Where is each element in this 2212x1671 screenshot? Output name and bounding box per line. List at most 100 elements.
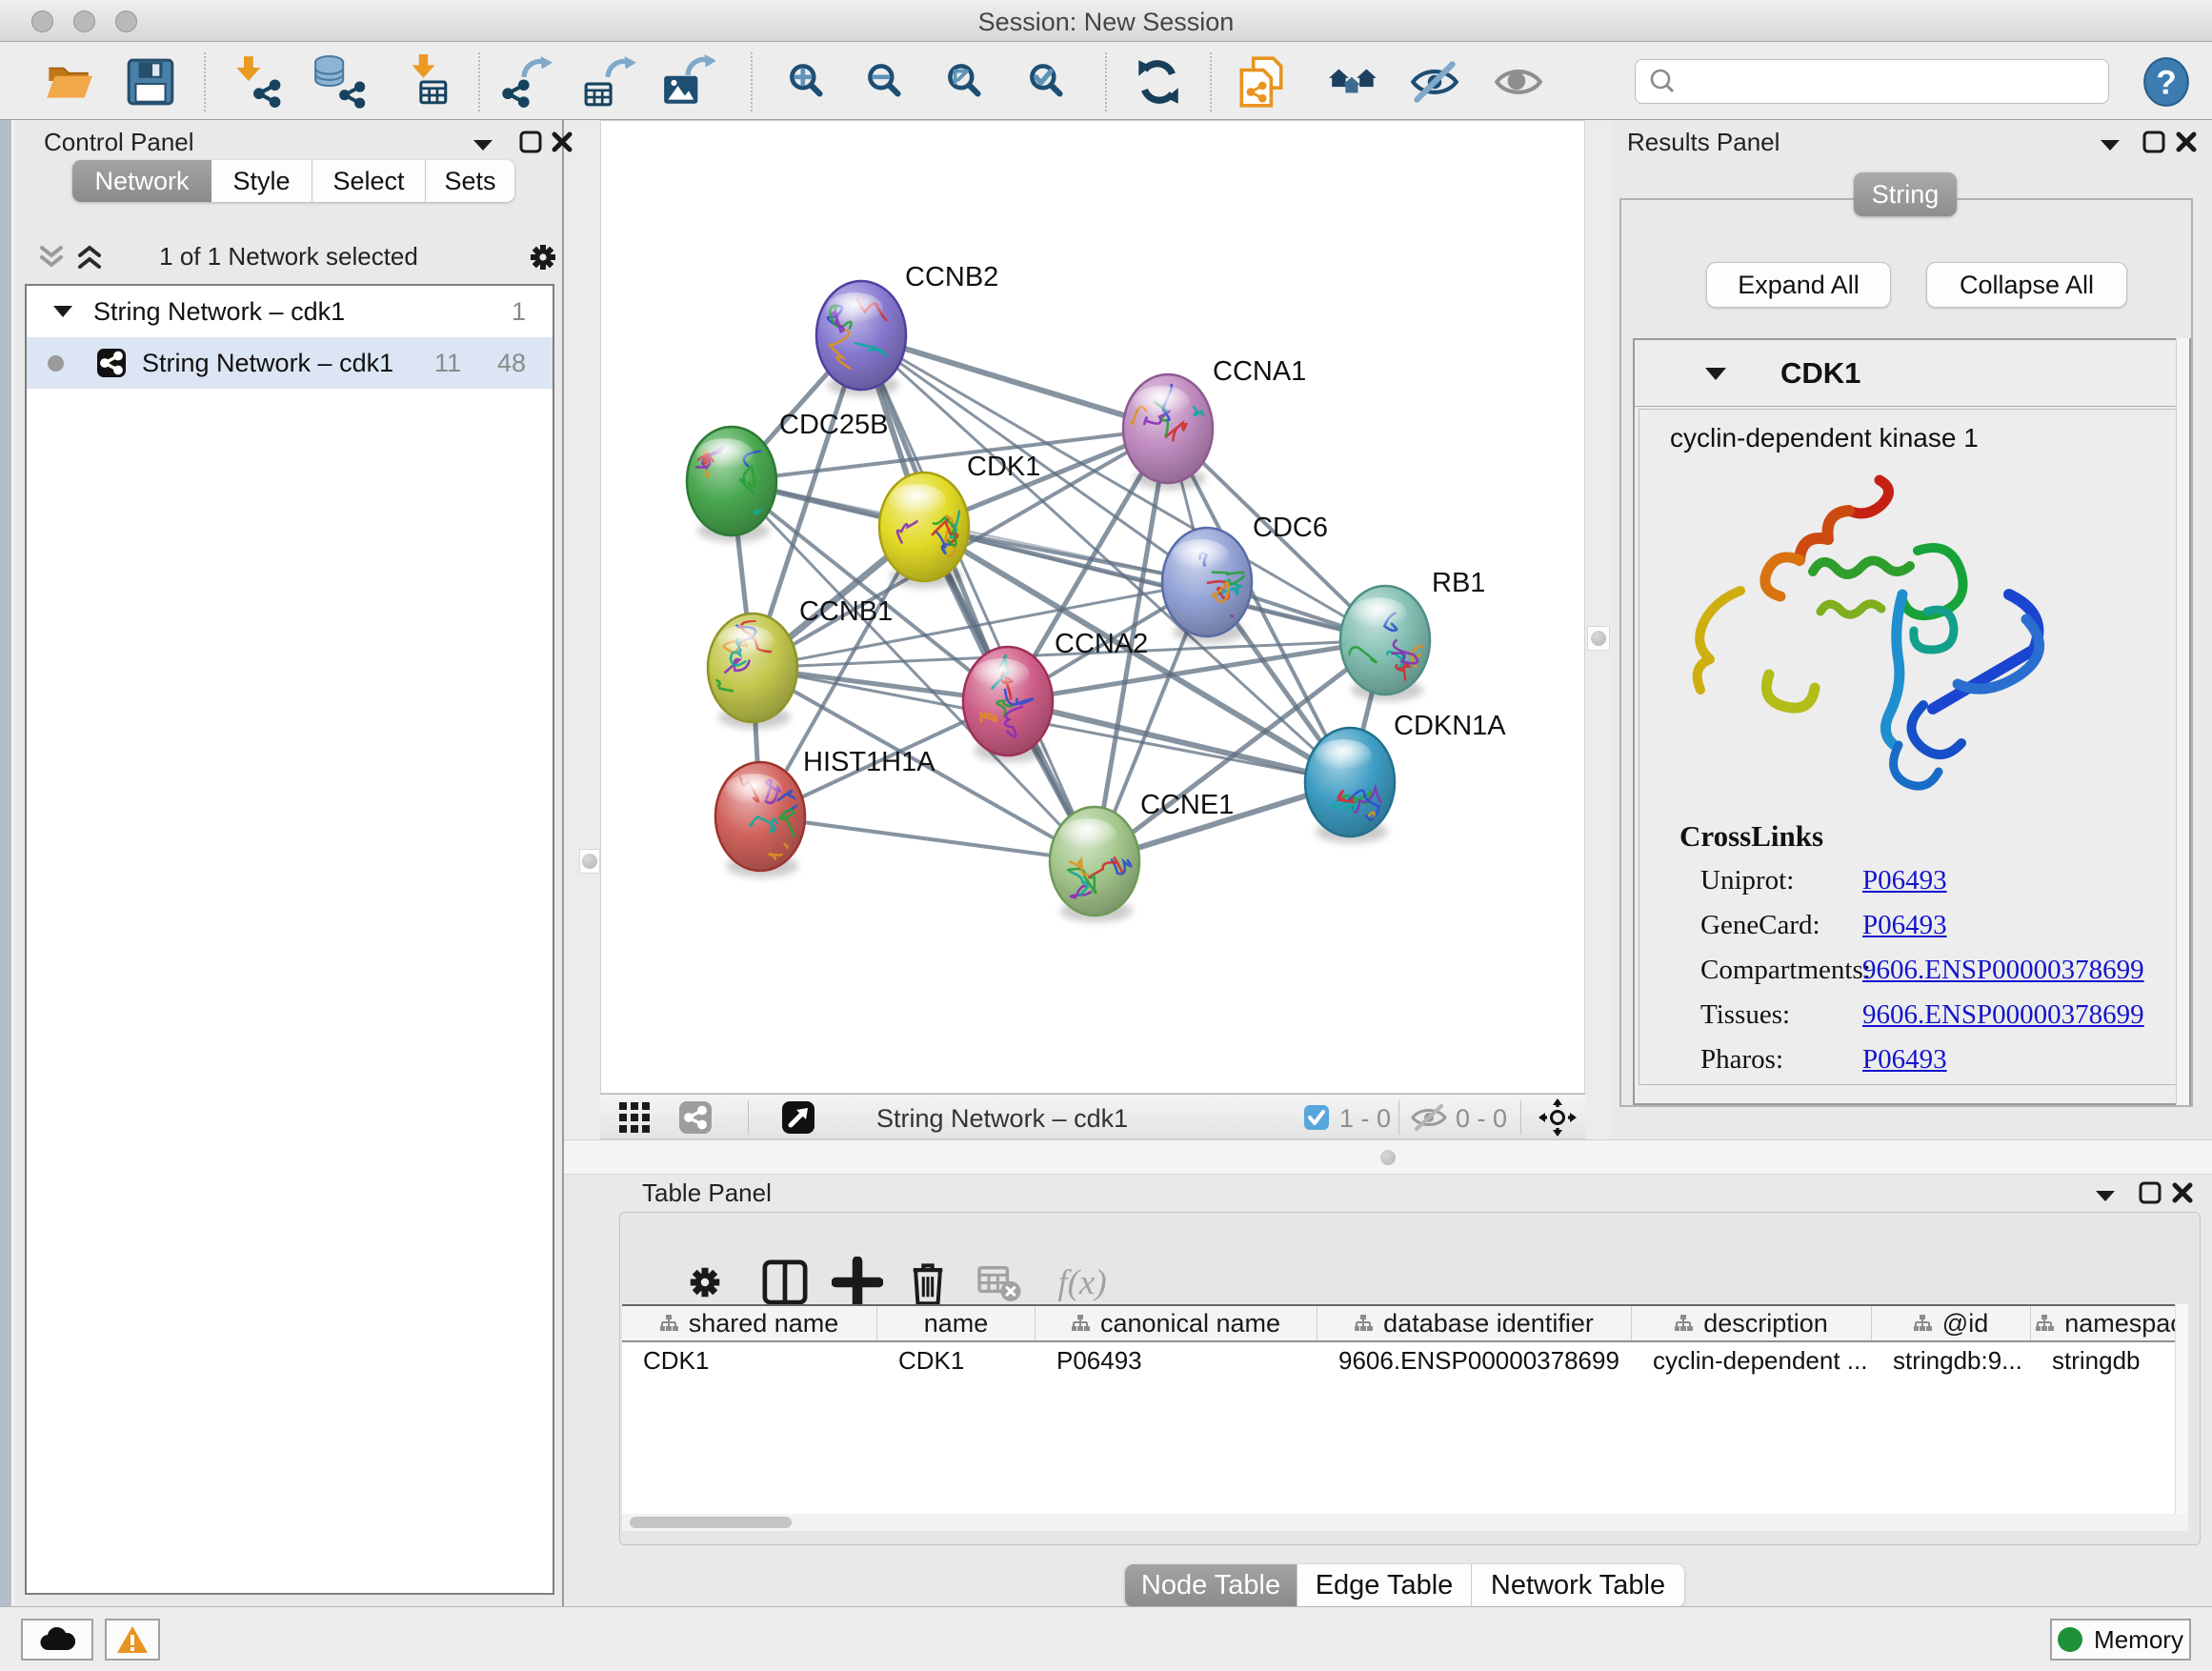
control-panel-collapse-icon[interactable] [471, 135, 495, 154]
warnings-button[interactable] [105, 1619, 160, 1661]
crosslink-link[interactable]: 9606.ENSP00000378699 [1862, 955, 2144, 986]
hidden-eye-icon[interactable] [1410, 1104, 1448, 1131]
control-panel-float-icon[interactable] [518, 130, 543, 154]
table-cell[interactable]: stringdb:9... [1872, 1342, 2031, 1379]
import-network-icon[interactable] [228, 54, 283, 110]
table-vertical-scrollbar[interactable] [2175, 1304, 2188, 1514]
network-view-share-icon[interactable] [678, 1100, 713, 1135]
import-table-icon[interactable] [397, 54, 452, 110]
table-cell[interactable]: cyclin-dependent ... [1632, 1342, 1872, 1379]
tab-network-table[interactable]: Network Table [1472, 1564, 1684, 1607]
node-CCNB1[interactable] [699, 614, 797, 730]
zoom-fit-icon[interactable] [938, 54, 994, 110]
table-panel-float-icon[interactable] [2138, 1180, 2162, 1205]
table-panel-collapse-icon[interactable] [2093, 1186, 2118, 1205]
left-splitter-grip[interactable] [579, 849, 600, 874]
network-row[interactable]: String Network – cdk1 11 48 [27, 337, 553, 389]
tab-style[interactable]: Style [211, 160, 312, 202]
zoom-out-icon[interactable] [858, 54, 914, 110]
delete-column-icon[interactable] [902, 1257, 954, 1308]
import-network-from-database-icon[interactable] [312, 54, 367, 110]
table-cell[interactable]: CDK1 [622, 1342, 877, 1379]
table-cell[interactable]: CDK1 [877, 1342, 1036, 1379]
add-column-icon[interactable] [832, 1257, 883, 1308]
edge-CCNB2-CCNE1[interactable] [861, 335, 1095, 861]
node-CDC25B[interactable] [687, 427, 783, 542]
column-header-database-identifier[interactable]: database identifier [1317, 1306, 1632, 1340]
column-header-canonical-name[interactable]: canonical name [1036, 1306, 1317, 1340]
results-panel-float-icon[interactable] [2142, 130, 2166, 154]
horizontal-splitter[interactable] [564, 1139, 2212, 1175]
table-panel-close-icon[interactable] [2170, 1180, 2195, 1205]
tab-edge-table[interactable]: Edge Table [1297, 1564, 1472, 1607]
table-cell[interactable]: 9606.ENSP00000378699 [1317, 1342, 1632, 1379]
export-table-icon[interactable] [582, 54, 637, 110]
table-cell[interactable]: P06493 [1036, 1342, 1317, 1379]
column-header-description[interactable]: description [1632, 1306, 1872, 1340]
tab-select[interactable]: Select [312, 160, 426, 202]
grid-view-icon[interactable] [619, 1102, 652, 1133]
show-columns-icon[interactable] [759, 1257, 811, 1308]
column-header-@id[interactable]: @id [1872, 1306, 2031, 1340]
gene-expander-icon[interactable] [1703, 364, 1728, 383]
export-network-icon[interactable] [498, 54, 553, 110]
crosslink-link[interactable]: 9606.ENSP00000378699 [1862, 999, 2144, 1031]
memory-button[interactable]: Memory [2050, 1619, 2191, 1661]
node-CDKN1A[interactable] [1305, 728, 1402, 850]
right-splitter-grip[interactable] [1587, 626, 1610, 651]
table-settings-gear-icon[interactable] [679, 1257, 731, 1308]
gene-section-header[interactable]: CDK1 [1635, 340, 2189, 407]
collection-expander-icon[interactable] [51, 302, 74, 321]
search-input[interactable] [1679, 68, 2108, 95]
results-panel-close-icon[interactable] [2174, 130, 2199, 154]
node-CCNA2[interactable] [963, 647, 1053, 762]
edge-HIST1H1A-CCNE1[interactable] [760, 816, 1095, 861]
node-CCNE1[interactable] [1050, 807, 1139, 922]
zoom-selected-icon[interactable] [1020, 54, 1076, 110]
control-panel-close-icon[interactable] [550, 130, 574, 154]
help-icon[interactable]: ? [2139, 54, 2194, 110]
column-header-name[interactable]: name [877, 1306, 1036, 1340]
network-options-gear-icon[interactable] [524, 238, 562, 276]
scrollbar-thumb[interactable] [630, 1517, 792, 1528]
open-session-icon[interactable] [41, 54, 96, 110]
cloud-button[interactable] [21, 1619, 93, 1661]
first-neighbors-icon[interactable] [1327, 54, 1382, 110]
node-CDK1[interactable] [879, 473, 969, 588]
node-CCNA1[interactable] [1109, 374, 1213, 490]
tab-string[interactable]: String [1854, 172, 1957, 216]
network-view-canvas[interactable]: CCNB2CCNA1CDC25BCDK1CDC6RB1CCNB1CCNA2CDK… [600, 120, 1585, 1094]
results-scrollbar[interactable] [2176, 338, 2189, 1105]
save-session-icon[interactable] [123, 54, 178, 110]
zoom-in-icon[interactable] [780, 54, 835, 110]
column-header-namespace[interactable]: namespace [2031, 1306, 2188, 1340]
crosslink-row: Pharos:P06493 [1700, 1044, 1783, 1076]
node-RB1[interactable] [1340, 586, 1430, 701]
export-image-icon[interactable] [660, 54, 715, 110]
table-row[interactable]: CDK1CDK1P064939606.ENSP00000378699cyclin… [622, 1342, 2188, 1379]
column-header-shared-name[interactable]: shared name [622, 1306, 877, 1340]
selected-checkbox-icon[interactable] [1303, 1104, 1330, 1131]
table-horizontal-scrollbar[interactable] [622, 1514, 2188, 1531]
tab-sets[interactable]: Sets [426, 160, 514, 202]
network-collection-row[interactable]: String Network – cdk1 1 [27, 286, 553, 337]
refresh-icon[interactable] [1131, 54, 1186, 110]
crosslink-link[interactable]: P06493 [1862, 910, 1947, 941]
node-CCNB2[interactable] [816, 281, 906, 396]
tab-node-table[interactable]: Node Table [1125, 1564, 1297, 1607]
crosslink-link[interactable]: P06493 [1862, 865, 1947, 896]
tab-network[interactable]: Network [72, 160, 211, 202]
hide-selected-icon[interactable] [1407, 54, 1462, 110]
show-all-icon[interactable] [1491, 54, 1546, 110]
birds-eye-view-icon[interactable] [781, 1100, 815, 1135]
table-cell[interactable]: stringdb [2031, 1342, 2188, 1379]
node-HIST1H1A[interactable] [715, 762, 805, 877]
node-CDC6[interactable] [1162, 528, 1252, 643]
duplicate-network-icon[interactable] [1234, 54, 1289, 110]
crosslink-link[interactable]: P06493 [1862, 1044, 1947, 1076]
fit-content-crosshair-icon[interactable] [1538, 1098, 1577, 1137]
collapse-all-button[interactable]: Collapse All [1926, 262, 2127, 308]
results-panel-collapse-icon[interactable] [2098, 135, 2122, 154]
edge-CCNB2-CCNA1[interactable] [861, 335, 1168, 429]
expand-all-button[interactable]: Expand All [1706, 262, 1891, 308]
